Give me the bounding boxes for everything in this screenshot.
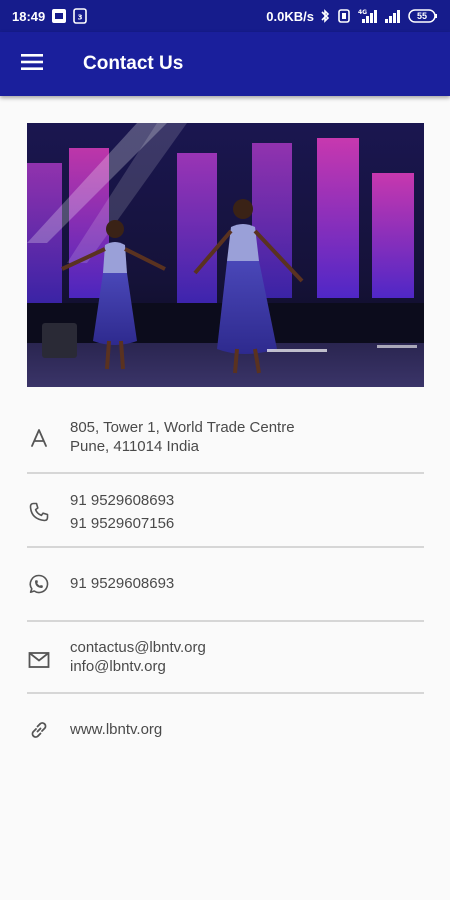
network-speed: 0.0KB/s	[266, 8, 314, 24]
mail-icon	[27, 648, 51, 672]
phone-line-2[interactable]: 91 9529607156	[70, 512, 174, 535]
whatsapp-row[interactable]: 91 9529608693	[27, 548, 424, 620]
link-icon	[27, 718, 51, 742]
vibrate-icon	[336, 8, 352, 24]
battery-icon: 55	[408, 8, 438, 24]
status-time: 18:49	[12, 8, 46, 24]
website-row[interactable]: www.lbntv.org	[27, 694, 424, 764]
email-line-1[interactable]: contactus@lbntv.org	[70, 638, 206, 657]
svg-text:3: 3	[78, 14, 83, 22]
status-bar: 18:49 3 0.0KB/s 4G 55	[0, 0, 450, 32]
hamburger-icon	[21, 53, 43, 76]
menu-button[interactable]	[0, 32, 64, 96]
page-title: Contact Us	[83, 53, 184, 74]
hero-photo	[27, 123, 424, 387]
phone-row[interactable]: 91 9529608693 91 9529607156	[27, 474, 424, 546]
whatsapp-text: 91 9529608693	[70, 574, 174, 593]
gallery-notification-icon	[51, 8, 67, 24]
app-bar: Contact Us	[0, 32, 450, 96]
phone-icon	[27, 500, 51, 524]
bluetooth-icon	[320, 8, 330, 24]
svg-text:4G: 4G	[358, 9, 367, 16]
battery-level: 55	[416, 11, 427, 21]
email-line-2[interactable]: info@lbntv.org	[70, 657, 206, 676]
signal-icon	[384, 8, 402, 24]
address-line-1: 805, Tower 1, World Trade Centre	[70, 419, 295, 436]
address-line-2: Pune, 411014 India	[70, 438, 200, 455]
phone-text: 91 9529608693 91 9529607156	[70, 489, 174, 535]
sim-notification-icon: 3	[73, 8, 88, 24]
address-text: 805, Tower 1, World Trade Centre Pune, 4…	[70, 418, 295, 456]
website-text: www.lbntv.org	[70, 720, 162, 739]
website-link[interactable]: www.lbntv.org	[70, 720, 162, 739]
phone-line-1[interactable]: 91 9529608693	[70, 489, 174, 512]
whatsapp-line-1[interactable]: 91 9529608693	[70, 574, 174, 593]
whatsapp-icon	[27, 572, 51, 596]
address-icon	[27, 426, 51, 450]
address-row[interactable]: 805, Tower 1, World Trade Centre Pune, 4…	[27, 400, 424, 472]
email-row[interactable]: contactus@lbntv.org info@lbntv.org	[27, 622, 424, 694]
email-text: contactus@lbntv.org info@lbntv.org	[70, 638, 206, 676]
signal-4g-icon: 4G	[358, 8, 378, 24]
